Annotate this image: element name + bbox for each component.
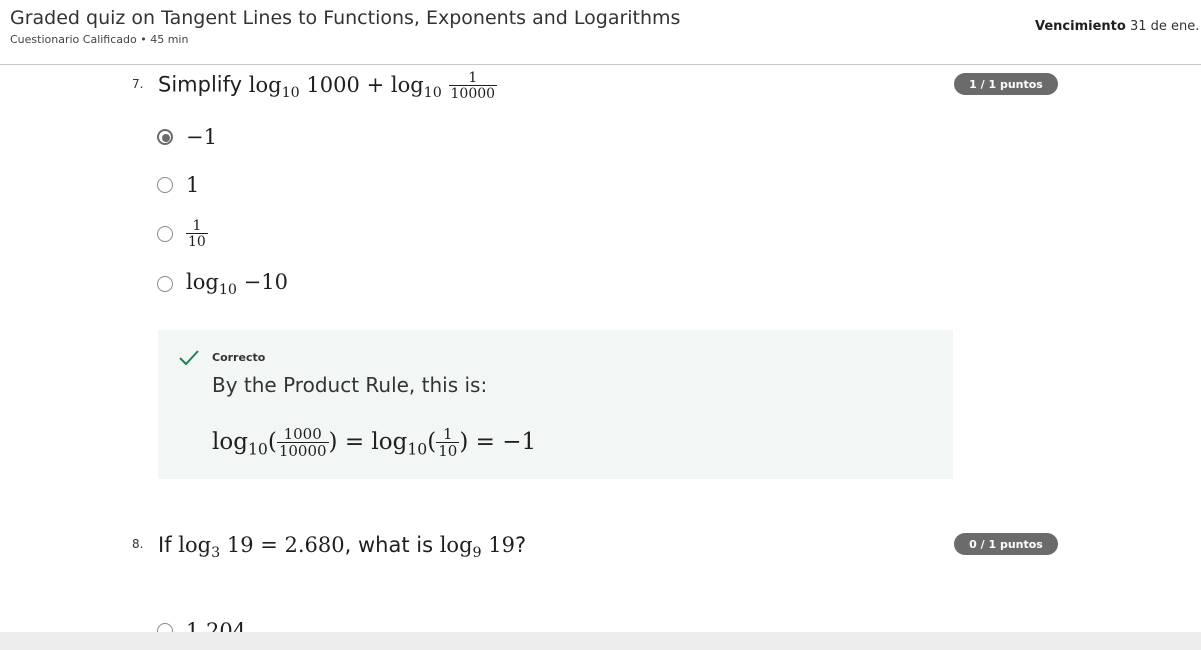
option-label: 1 10 <box>186 218 208 250</box>
quiz-title: Graded quiz on Tangent Lines to Function… <box>10 7 681 29</box>
feedback-text: By the Product Rule, this is: <box>212 373 488 397</box>
check-icon <box>179 350 199 366</box>
option-label: −1 <box>186 125 217 149</box>
due-label: Vencimiento <box>1035 19 1126 34</box>
answer-option[interactable]: log10 −10 <box>157 270 288 298</box>
question-number: 8. <box>132 537 144 551</box>
prompt-fraction: 1 10000 <box>448 70 498 102</box>
answer-option[interactable]: −1 <box>157 125 217 149</box>
radio-selected[interactable] <box>157 129 173 145</box>
feedback-panel: Correcto By the Product Rule, this is: l… <box>158 330 953 479</box>
question-number: 7. <box>132 77 144 91</box>
quiz-header: Graded quiz on Tangent Lines to Function… <box>0 0 1201 65</box>
option-label: 1 <box>186 173 200 197</box>
radio-button[interactable] <box>157 177 173 193</box>
radio-button[interactable] <box>157 226 173 242</box>
answer-option[interactable]: 1 10 <box>157 219 208 249</box>
radio-button[interactable] <box>157 276 173 293</box>
due-date: Vencimiento 31 de ene. 2 <box>1035 19 1201 34</box>
points-badge: 1 / 1 puntos <box>954 73 1058 95</box>
points-badge: 0 / 1 puntos <box>954 533 1058 555</box>
prompt-math: log10 1000 + log10 1 10000 <box>248 70 498 102</box>
due-value: 31 de ene. 2 <box>1129 19 1201 34</box>
feedback-status: Correcto <box>212 351 266 364</box>
answer-option[interactable]: 1 <box>157 173 199 197</box>
question-prompt: Simplify log10 1000 + log10 1 10000 <box>158 70 498 102</box>
bottom-bar <box>0 632 1201 650</box>
feedback-equation: log10(1000 10000) = log10(1 10) = −1 <box>212 425 537 460</box>
option-label: log10 −10 <box>186 270 288 299</box>
question-prompt: If log3 19 = 2.680, what is log9 19? <box>158 533 527 562</box>
quiz-subtitle: Cuestionario Calificado • 45 min <box>10 33 189 46</box>
prompt-prefix: Simplify <box>158 72 243 97</box>
